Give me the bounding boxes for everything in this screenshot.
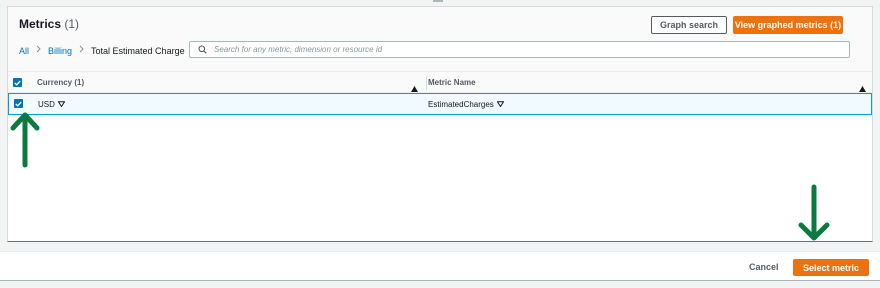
metrics-panel: Metrics (1) Graph search View graphed me… [7,6,873,242]
metrics-title-label: Metrics [19,17,62,31]
cancel-button[interactable]: Cancel [749,262,779,272]
currency-cell[interactable]: USD [38,100,66,109]
view-graphed-metrics-label: View graphed metrics (1) [734,20,842,30]
breadcrumb-all[interactable]: All [19,46,29,56]
currency-value: USD [38,100,55,109]
top-resize-handle[interactable] [433,0,443,2]
metrics-count: (1) [64,17,80,31]
graph-search-button[interactable]: Graph search [651,16,727,34]
arrow-down-annotation [798,184,830,241]
view-graphed-metrics-button[interactable]: View graphed metrics (1) [733,16,843,34]
breadcrumb-total-estimated-charge: Total Estimated Charge [91,45,185,56]
search-placeholder: Search for any metric, dimension or reso… [214,45,383,54]
check-icon [15,101,22,107]
check-icon [14,80,21,86]
footer-bar: Cancel Select metric [0,251,880,281]
table-header: Currency (1) Metric Name [8,71,872,93]
select-metric-button[interactable]: Select metric [793,259,869,276]
chevron-right-icon [36,45,41,56]
arrow-up-annotation [10,112,40,168]
search-input[interactable]: Search for any metric, dimension or reso… [189,41,850,58]
select-metric-label: Select metric [802,262,860,273]
metric-name-value: EstimatedCharges [428,100,494,109]
search-icon [194,45,210,54]
table-row[interactable]: USD EstimatedCharges [8,93,872,115]
metrics-header: Metrics (1) Graph search View graphed me… [8,7,872,71]
select-all-checkbox[interactable] [13,78,22,87]
graph-search-label: Graph search [659,20,719,30]
breadcrumb-billing[interactable]: Billing [48,46,72,56]
column-header-metric-name[interactable]: Metric Name [428,78,476,87]
caret-down-icon[interactable] [57,100,66,109]
column-divider[interactable] [426,76,427,90]
column-currency-label: Currency [37,78,73,87]
caret-down-icon[interactable] [496,100,505,109]
breadcrumb: All Billing Total Estimated Charge [19,45,185,56]
column-metric-name-label: Metric Name [428,78,476,87]
column-header-currency[interactable]: Currency (1) [37,78,84,87]
metrics-title: Metrics (1) [19,17,79,31]
metric-name-cell[interactable]: EstimatedCharges [428,100,505,109]
column-currency-count: (1) [74,78,85,87]
chevron-right-icon [79,45,84,56]
row-checkbox[interactable] [14,99,23,108]
